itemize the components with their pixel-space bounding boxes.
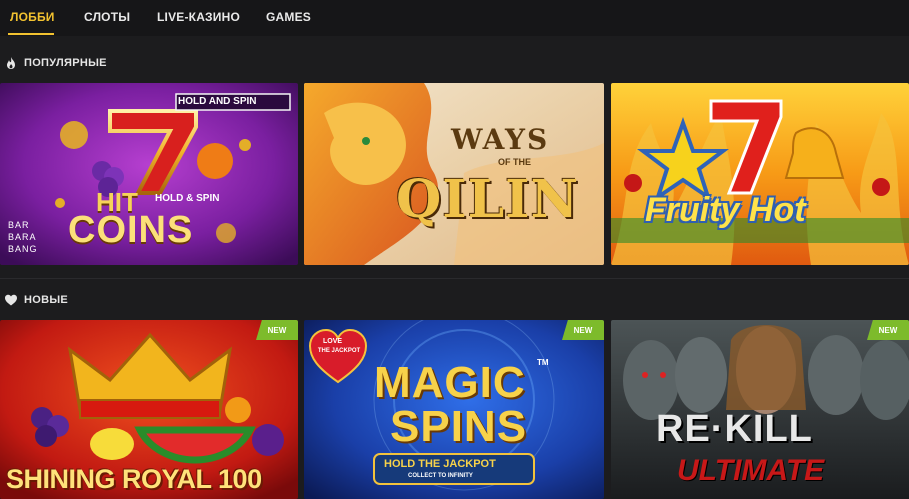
hit-coins-subtitle: HOLD & SPIN (155, 193, 220, 204)
qilin-title-line1: WAYS (451, 123, 550, 156)
game-card-re-kill-ultimate[interactable]: RE·KILL ULTIMATE NEW (611, 320, 909, 499)
new-badge: NEW (562, 320, 604, 340)
re-kill-title-line2: ULTIMATE (677, 454, 825, 487)
nav-tab-games[interactable]: GAMES (266, 10, 311, 24)
love-the-jackpot-line2: THE JACKPOT (317, 348, 361, 354)
hold-the-jackpot-banner: HOLD THE JACKPOT (384, 458, 496, 470)
re-kill-title-line1: RE·KILL (656, 408, 813, 450)
fire-icon (7, 57, 15, 69)
trademark-mark: TM (537, 358, 549, 367)
section-new-header: НОВЫЕ (4, 292, 68, 308)
section-divider (0, 278, 909, 279)
hit-coins-title-line2: COINS (68, 209, 194, 251)
game-card-hit-coins[interactable]: HOLD AND SPIN HIT HOLD & SPIN COINS BAR … (0, 83, 298, 265)
active-tab-indicator (8, 33, 54, 35)
new-badge: NEW (256, 320, 298, 340)
game-card-ways-of-the-qilin[interactable]: WAYS OF THE QILIN (304, 83, 604, 265)
hold-and-spin-label: HOLD AND SPIN (178, 96, 257, 107)
game-card-magic-spins[interactable]: LOVE THE JACKPOT MAGIC TM SPINS HOLD THE… (304, 320, 604, 499)
game-card-shining-royal-100[interactable]: SHINING ROYAL 100 NEW (0, 320, 298, 499)
magic-spins-title-line1: MAGIC (374, 358, 526, 407)
nav-tab-live-casino[interactable]: LIVE-КАЗИНО (157, 10, 240, 24)
provider-logo: BAR BARA BANG (8, 220, 38, 254)
love-the-jackpot-line1: LOVE (323, 338, 343, 345)
collect-to-infinity-label: COLLECT TO INFINITY (408, 473, 473, 479)
nav-tab-slots[interactable]: СЛОТЫ (84, 10, 130, 24)
section-new-title: НОВЫЕ (24, 294, 69, 306)
top-nav: ЛОББИ СЛОТЫ LIVE-КАЗИНО GAMES (0, 0, 909, 36)
section-popular-title: ПОПУЛЯРНЫЕ (24, 57, 107, 69)
heart-icon (5, 294, 17, 306)
magic-spins-title-line2: SPINS (390, 402, 528, 451)
shining-royal-title: SHINING ROYAL 100 (6, 464, 262, 494)
qilin-title-small: OF THE (498, 157, 531, 167)
section-popular-header: ПОПУЛЯРНЫЕ (4, 55, 107, 71)
qilin-title-line2: QILIN (396, 169, 580, 230)
fruity-hot-title: Fruity Hot (645, 191, 806, 229)
nav-tab-lobby[interactable]: ЛОББИ (10, 10, 55, 24)
game-card-fruity-hot[interactable]: Fruity Hot (611, 83, 909, 265)
new-badge: NEW (867, 320, 909, 340)
